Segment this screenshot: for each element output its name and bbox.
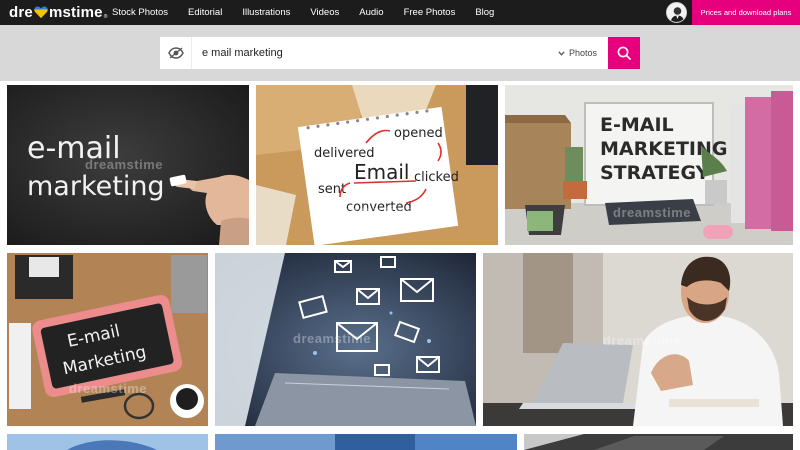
notepad-photo: delivered opened Email sent clicked conv… [256,85,498,245]
notepad-word-clicked: clicked [414,170,459,185]
nav-links: Stock Photos Editorial Illustrations Vid… [112,0,514,25]
blue-photo [215,434,517,450]
search-input[interactable] [202,38,542,68]
top-navbar: dre mstime ® Stock Photos Editorial Illu… [0,0,800,25]
nav-link-illustrations[interactable]: Illustrations [242,7,290,18]
notepad-word-converted: converted [346,200,412,215]
eye-icon [167,47,184,59]
dreamstime-logo[interactable]: dre mstime ® [9,3,108,22]
chevron-down-icon [558,50,565,56]
nav-link-audio[interactable]: Audio [359,7,383,18]
chalk-text-line1: e-mail [27,131,121,166]
result-image-notepad-email-funnel[interactable]: delivered opened Email sent clicked conv… [256,85,498,245]
notepad-word-delivered: delivered [314,146,374,161]
chalk-text-line2: marketing [27,171,165,202]
registered-mark: ® [103,13,108,20]
result-image-slate-email-marketing[interactable]: E-mail Marketing dreamstime [7,253,208,426]
logo-text-right: mstime [48,4,103,21]
desk-strategy-photo: E-MAIL MARKETING STRATEGY [505,85,793,245]
keyboard-photo [524,434,793,450]
content-type-select[interactable]: Photos [558,37,597,69]
user-avatar[interactable] [666,2,687,23]
search-icon [617,46,631,60]
user-avatar-icon [667,3,686,22]
nav-link-blog[interactable]: Blog [475,7,494,18]
board-text-line3: STRATEGY [600,162,710,184]
board-text-line1: E-MAIL [600,114,674,136]
laptop-envelopes-photo [215,253,476,426]
result-image-row3-3[interactable] [524,434,793,450]
nav-link-free-photos[interactable]: Free Photos [404,7,456,18]
result-image-chalkboard-email-marketing[interactable]: e-mail marketing dreamstime [7,85,249,245]
man-laptop-photo [483,253,793,426]
notepad-word-opened: opened [394,126,443,141]
logo-text-left: dre [9,4,33,21]
nav-link-stock-photos[interactable]: Stock Photos [112,7,168,18]
sky-photo [7,434,208,450]
search-box: Photos [160,37,609,69]
search-band: Photos [0,25,800,81]
result-image-row3-1[interactable] [7,434,208,450]
result-image-row3-2[interactable] [215,434,517,450]
result-image-email-marketing-strategy-desk[interactable]: E-MAIL MARKETING STRATEGY dreamstime [505,85,793,245]
visual-search-toggle[interactable] [160,37,192,69]
chalkboard-photo: e-mail marketing [7,85,249,245]
heart-icon [34,6,48,19]
nav-link-editorial[interactable]: Editorial [188,7,222,18]
notepad-word-email: Email [354,160,410,184]
result-image-man-laptop[interactable]: dreamstime [483,253,793,426]
pricing-plans-button[interactable]: Prices and download plans [692,0,800,25]
result-image-laptop-email-icons[interactable]: dreamstime [215,253,476,426]
nav-link-videos[interactable]: Videos [310,7,339,18]
content-type-label: Photos [568,48,597,58]
search-button[interactable] [608,37,640,69]
slate-desk-photo: E-mail Marketing [7,253,208,426]
